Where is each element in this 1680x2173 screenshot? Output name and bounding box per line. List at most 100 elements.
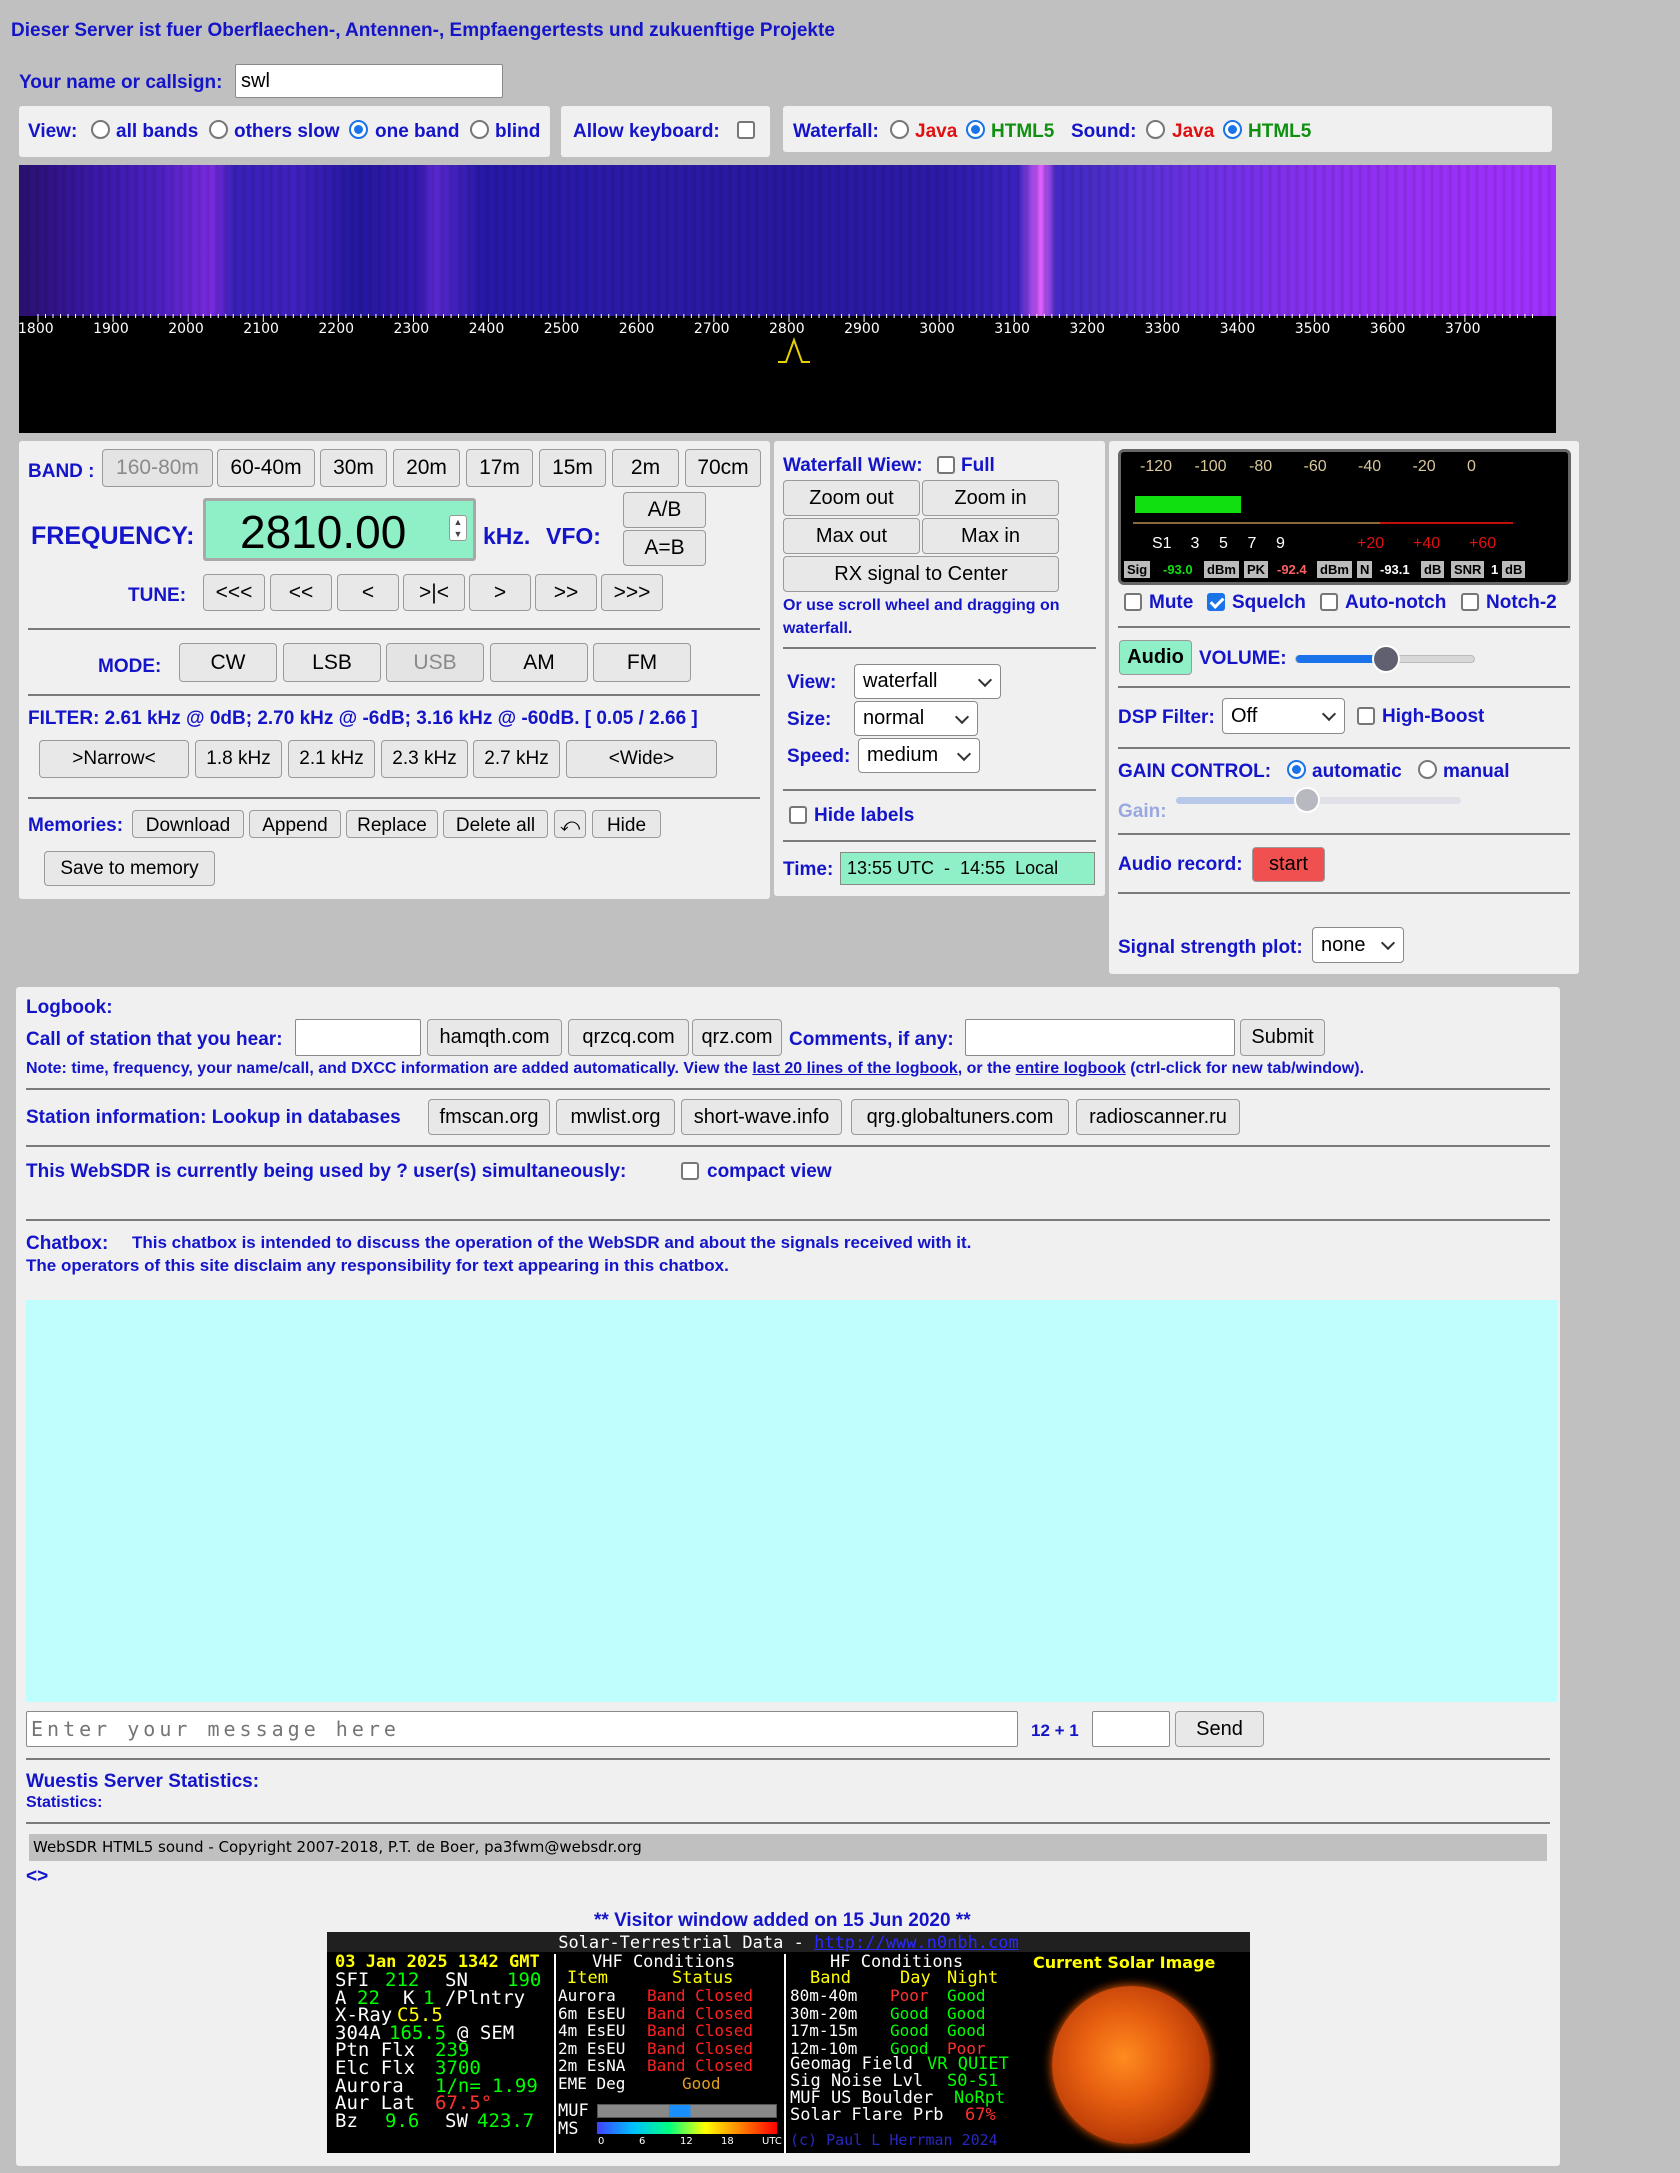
band-160-80m-button[interactable]: 160-80m xyxy=(102,449,213,487)
logbook-last-20-link[interactable]: last 20 lines of the logbook xyxy=(752,1060,957,1077)
hamqth-button[interactable]: hamqth.com xyxy=(427,1019,562,1056)
audio-button[interactable]: Audio xyxy=(1119,640,1192,675)
view-blind-radio[interactable] xyxy=(470,120,489,139)
mode-lsb-button[interactable]: LSB xyxy=(283,643,381,682)
volume-knob[interactable] xyxy=(1372,645,1400,673)
memory-undo-button[interactable]: ⤺ xyxy=(554,810,586,838)
memory-delete-all-button[interactable]: Delete all xyxy=(443,810,548,838)
waterfall-java-radio[interactable] xyxy=(890,120,909,139)
callsign-input[interactable]: swl xyxy=(235,64,503,98)
hf-night: Good xyxy=(947,2021,986,2041)
dsp-filter-select[interactable]: Off xyxy=(1222,698,1345,734)
filter-2-7-button[interactable]: 2.7 kHz xyxy=(473,740,560,778)
flare-value: 67% xyxy=(965,2105,996,2125)
radioscanner-button[interactable]: radioscanner.ru xyxy=(1076,1099,1240,1135)
ms-gauge xyxy=(597,2122,777,2134)
zoom-out-button[interactable]: Zoom out xyxy=(783,480,920,516)
mwlist-button[interactable]: mwlist.org xyxy=(556,1099,675,1135)
band-2m-button[interactable]: 2m xyxy=(612,449,679,487)
band-15m-button[interactable]: 15m xyxy=(539,449,606,487)
memory-hide-button[interactable]: Hide xyxy=(592,810,661,838)
keyboard-checkbox[interactable] xyxy=(737,121,755,139)
band-60-40m-button[interactable]: 60-40m xyxy=(217,449,315,487)
memory-replace-button[interactable]: Replace xyxy=(346,810,438,838)
tune-medium-down-button[interactable]: << xyxy=(270,574,332,611)
filter-narrow-button[interactable]: >Narrow< xyxy=(39,740,189,778)
sig-label: Sig xyxy=(1124,561,1151,578)
view-one-band-radio[interactable] xyxy=(349,120,368,139)
filter-wide-button[interactable]: <Wide> xyxy=(566,740,717,778)
volume-slider[interactable] xyxy=(1295,645,1475,673)
hide-labels-checkbox[interactable] xyxy=(789,806,807,824)
send-button[interactable]: Send xyxy=(1175,1711,1264,1747)
gain-knob[interactable] xyxy=(1294,787,1321,813)
solar-terrestrial-widget[interactable]: Solar-Terrestrial Data - http://www.n0nb… xyxy=(327,1932,1250,2153)
logbook-call-input[interactable] xyxy=(295,1019,421,1056)
vfo-a-equals-b-button[interactable]: A=B xyxy=(623,530,706,566)
compact-view-checkbox[interactable] xyxy=(681,1162,699,1180)
mode-cw-button[interactable]: CW xyxy=(179,643,277,682)
gain-manual-radio[interactable] xyxy=(1418,760,1437,779)
view-all-bands-radio[interactable] xyxy=(91,120,110,139)
frequency-input[interactable]: 2810.00 ▲ ▼ xyxy=(203,498,476,561)
band-30m-button[interactable]: 30m xyxy=(320,449,387,487)
wf-speed-select[interactable]: medium xyxy=(858,738,980,773)
memory-download-button[interactable]: Download xyxy=(132,810,244,838)
comments-input[interactable] xyxy=(965,1019,1235,1056)
mode-fm-button[interactable]: FM xyxy=(593,643,691,682)
qrg-globaltuners-button[interactable]: qrg.globaltuners.com xyxy=(851,1099,1069,1135)
sound-java-radio[interactable] xyxy=(1146,120,1165,139)
short-wave-info-button[interactable]: short-wave.info xyxy=(681,1099,842,1135)
waterfall-full-checkbox[interactable] xyxy=(937,456,955,474)
signal-plot-select[interactable]: none xyxy=(1312,927,1404,963)
solar-url[interactable]: http://www.n0nbh.com xyxy=(814,1933,1019,1953)
tune-center-button[interactable]: >|< xyxy=(403,574,465,611)
filter-1-8-button[interactable]: 1.8 kHz xyxy=(195,740,282,778)
chat-log[interactable] xyxy=(26,1300,1557,1702)
gain-slider[interactable] xyxy=(1176,787,1461,813)
keyboard-label: Allow keyboard: xyxy=(573,121,720,142)
gain-automatic-radio[interactable] xyxy=(1287,760,1306,779)
memory-append-button[interactable]: Append xyxy=(249,810,341,838)
arrows-link[interactable]: <> xyxy=(26,1866,48,1888)
mode-usb-button[interactable]: USB xyxy=(386,643,484,682)
band-20m-button[interactable]: 20m xyxy=(393,449,460,487)
waterfall-html5-radio[interactable] xyxy=(966,120,985,139)
divider xyxy=(783,789,1096,791)
vfo-ab-button[interactable]: A/B xyxy=(623,492,706,528)
frequency-spinner-icon[interactable]: ▲ ▼ xyxy=(449,515,467,541)
chat-message-input[interactable] xyxy=(26,1711,1018,1747)
captcha-input[interactable] xyxy=(1092,1711,1170,1747)
tune-slow-up-button[interactable]: > xyxy=(469,574,531,611)
mute-checkbox[interactable] xyxy=(1124,593,1142,611)
squelch-checkbox[interactable] xyxy=(1207,593,1225,611)
high-boost-checkbox[interactable] xyxy=(1357,707,1375,725)
qrz-button[interactable]: qrz.com xyxy=(692,1019,782,1056)
wf-size-select[interactable]: normal xyxy=(854,701,978,736)
sound-html5-radio[interactable] xyxy=(1223,120,1242,139)
submit-button[interactable]: Submit xyxy=(1240,1019,1325,1056)
view-one-band-label: one band xyxy=(375,121,460,142)
qrzcq-button[interactable]: qrzcq.com xyxy=(568,1019,689,1056)
auto-notch-checkbox[interactable] xyxy=(1320,593,1338,611)
wf-view-select[interactable]: waterfall xyxy=(854,664,1001,699)
max-out-button[interactable]: Max out xyxy=(783,518,920,554)
tune-medium-up-button[interactable]: >> xyxy=(535,574,597,611)
max-in-button[interactable]: Max in xyxy=(922,518,1059,554)
audio-record-start-button[interactable]: start xyxy=(1252,847,1325,882)
save-to-memory-button[interactable]: Save to memory xyxy=(44,851,215,886)
band-70cm-button[interactable]: 70cm xyxy=(685,449,761,487)
tune-slow-down-button[interactable]: < xyxy=(337,574,399,611)
notch-2-checkbox[interactable] xyxy=(1461,593,1479,611)
zoom-in-button[interactable]: Zoom in xyxy=(922,480,1059,516)
filter-2-1-button[interactable]: 2.1 kHz xyxy=(288,740,375,778)
tune-fast-up-button[interactable]: >>> xyxy=(601,574,663,611)
fmscan-button[interactable]: fmscan.org xyxy=(428,1099,550,1135)
mode-am-button[interactable]: AM xyxy=(490,643,588,682)
logbook-entire-link[interactable]: entire logbook xyxy=(1016,1060,1126,1077)
filter-2-3-button[interactable]: 2.3 kHz xyxy=(381,740,468,778)
view-others-slow-radio[interactable] xyxy=(209,120,228,139)
rx-signal-center-button[interactable]: RX signal to Center xyxy=(783,556,1059,592)
tune-fast-down-button[interactable]: <<< xyxy=(203,574,265,611)
band-17m-button[interactable]: 17m xyxy=(466,449,533,487)
